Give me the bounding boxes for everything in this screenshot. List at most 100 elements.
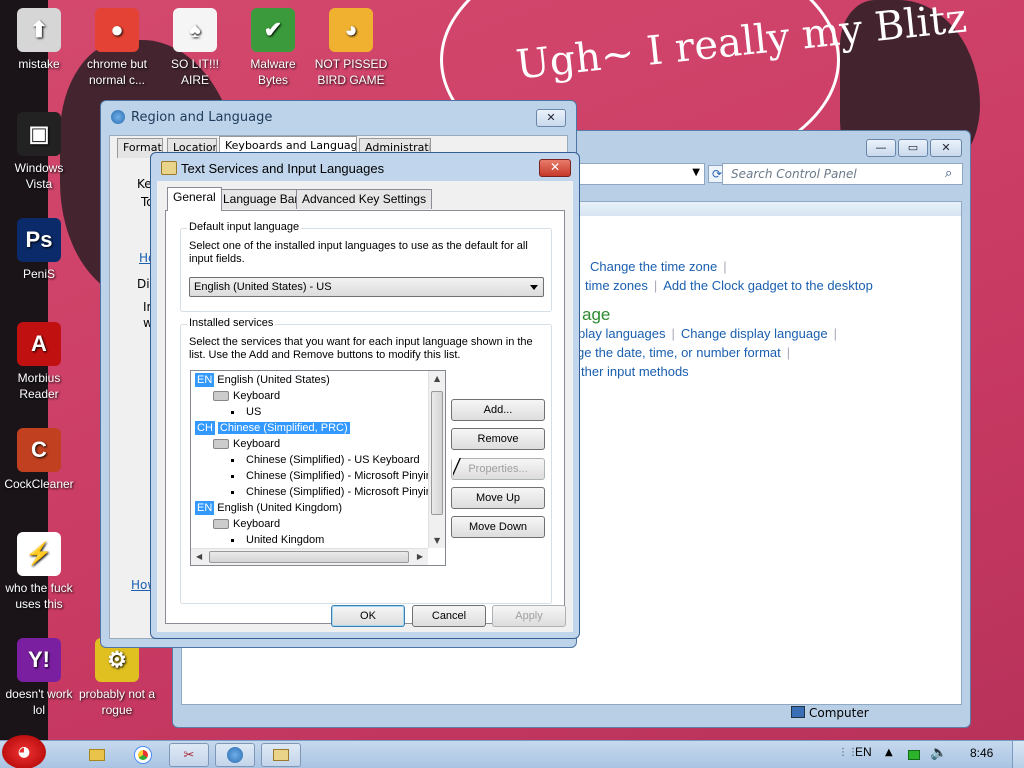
tree-item[interactable]: EN English (United States) [195,372,330,388]
move-up-button[interactable]: Move Up [451,487,545,509]
scroll-left-icon[interactable]: ◀ [196,552,202,561]
desktop-icon[interactable]: ♠ SO LIT!!! AIRE [156,8,234,88]
close-button[interactable]: ✕ [930,139,962,157]
close-button[interactable]: ✕ [536,109,566,127]
language-badge: CH [195,421,215,435]
bullet-icon [231,538,234,542]
cancel-button[interactable]: Cancel [412,605,486,627]
default-language-value: English (United States) - US [194,281,332,293]
text-services-dialog[interactable]: Text Services and Input Languages ✕ Gene… [150,152,580,639]
tree-item[interactable]: Chinese (Simplified) - Microsoft Pinyin [231,484,432,500]
display-languages-link[interactable]: play languages | Change display language | [578,326,843,341]
default-language-dropdown[interactable]: English (United States) - US [189,277,544,297]
tree-item-label: Keyboard [233,438,281,450]
input-methods-link[interactable]: ther input methods [581,364,689,379]
dialog-title: Region and Language [131,110,273,125]
vertical-scrollbar[interactable]: ▲ ▼ [428,371,445,548]
search-icon[interactable]: ⌕ [945,166,952,181]
tree-item[interactable]: EN English (United Kingdom) [195,500,342,516]
desktop-icon[interactable]: ◕ NOT PISSED BIRD GAME [312,8,390,88]
search-input[interactable]: Search Control Panel [722,163,963,185]
keyboard-icon [161,161,177,175]
tab-language-bar[interactable]: Language Bar [217,189,305,209]
tray-arrow-icon[interactable]: ▲ [885,747,893,758]
taskbar-text-services[interactable] [261,743,301,767]
bullet-icon [231,410,234,414]
volume-icon[interactable]: 🔈 [930,745,947,761]
desktop-icon-label: PeniS [22,267,56,281]
tree-item[interactable]: Keyboard [213,388,280,404]
tree-item-label: Chinese (Simplified) - US Keyboard [246,454,420,466]
network-icon[interactable] [908,750,920,760]
properties-button[interactable]: Properties... [451,458,545,480]
status-bar: Computer [181,705,962,723]
default-language-group: Default input language Select one of the… [180,221,552,312]
time-zones-link[interactable]: time zones | Add the Clock gadget to the d… [585,278,873,293]
show-desktop-button[interactable] [1012,741,1024,768]
desktop-icon[interactable]: A Morbius Reader [0,322,78,402]
desktop-icon[interactable]: ⚙ probably not a rogue [78,638,156,718]
tree-item-label: Chinese (Simplified, PRC) [217,422,350,434]
default-language-label: Default input language [187,221,302,233]
chrome-icon [135,747,151,763]
scroll-thumb[interactable] [431,391,443,515]
change-time-zone-link[interactable]: Change the time zone | [590,259,733,274]
scroll-up-icon[interactable]: ▲ [434,374,440,383]
clock[interactable]: 8:46 [970,746,993,760]
date-format-link[interactable]: ge the date, time, or number format | [577,345,796,360]
tab-advanced-key-settings[interactable]: Advanced Key Settings [296,189,433,209]
start-button[interactable]: ◕ [2,735,46,768]
change-display-language-link[interactable]: Change display language [681,326,828,341]
tree-item[interactable]: US [231,404,261,420]
tree-item[interactable]: United Kingdom [231,532,324,548]
taskbar-chrome[interactable] [130,743,156,767]
general-panel: Default input language Select one of the… [165,210,565,624]
tree-item-label: US [246,406,262,418]
taskbar-app-1[interactable]: ✂ [169,743,209,767]
horizontal-scrollbar[interactable]: ◀ ▶ [191,548,428,565]
desktop-icon[interactable]: ⬆ mistake [0,8,78,72]
tree-item-label: Keyboard [233,518,281,530]
ok-button[interactable]: OK [331,605,405,627]
tree-item-label: United Kingdom [246,534,325,546]
desktop-icon[interactable]: ✔ Malware Bytes [234,8,312,88]
desktop-icon-label: doesn't work lol [5,687,73,717]
bullet-icon [231,458,234,462]
maximize-button[interactable]: ▭ [898,139,928,157]
taskbar-explorer[interactable] [84,743,110,767]
language-indicator[interactable]: EN [855,745,872,759]
add-button[interactable]: Add... [451,399,545,421]
desktop-icon-image: ◕ [329,8,373,52]
tree-item[interactable]: Chinese (Simplified) - Microsoft Pinyin [231,468,432,484]
desktop-icon[interactable]: ● chrome but normal c... [78,8,156,88]
desktop-icon-label: mistake [18,57,60,71]
tree-item[interactable]: Keyboard [213,436,280,452]
desktop-icon[interactable]: Ps PeniS [0,218,78,282]
desktop-icon-image: ● [95,8,139,52]
address-bar[interactable]: ▼ ⟳ [571,163,726,185]
bullet-icon [231,474,234,478]
address-dropdown-icon[interactable]: ▼ [692,167,700,178]
tree-item[interactable]: Chinese (Simplified) - US Keyboard [231,452,420,468]
close-button[interactable]: ✕ [539,159,571,177]
apply-button[interactable]: Apply [492,605,566,627]
desktop-icon[interactable]: C CockCleaner [0,428,78,492]
tree-item[interactable]: CH Chinese (Simplified, PRC) [195,420,350,436]
hscroll-thumb[interactable] [209,551,409,563]
tab-general[interactable]: General [167,187,222,211]
installed-services-label: Installed services [187,317,276,329]
taskbar-region-language[interactable] [215,743,255,767]
tree-item-label: Chinese (Simplified) - Microsoft Pinyin [246,486,432,498]
move-down-button[interactable]: Move Down [451,516,545,538]
desktop-icon[interactable]: ▣ Windows Vista [0,112,78,192]
scroll-down-icon[interactable]: ▼ [434,536,440,545]
desktop-icon-image: C [17,428,61,472]
services-tree[interactable]: EN English (United States) Keyboard US CH Chi… [190,370,446,566]
tree-item[interactable]: Keyboard [213,516,280,532]
add-clock-link[interactable]: Add the Clock gadget to the desktop [663,278,873,293]
scroll-right-icon[interactable]: ▶ [417,552,423,561]
desktop-icon[interactable]: Y! doesn't work lol [0,638,78,718]
remove-button[interactable]: Remove [451,428,545,450]
desktop-icon[interactable]: ⚡ who the fuck uses this [0,532,78,612]
minimize-button[interactable]: — [866,139,896,157]
